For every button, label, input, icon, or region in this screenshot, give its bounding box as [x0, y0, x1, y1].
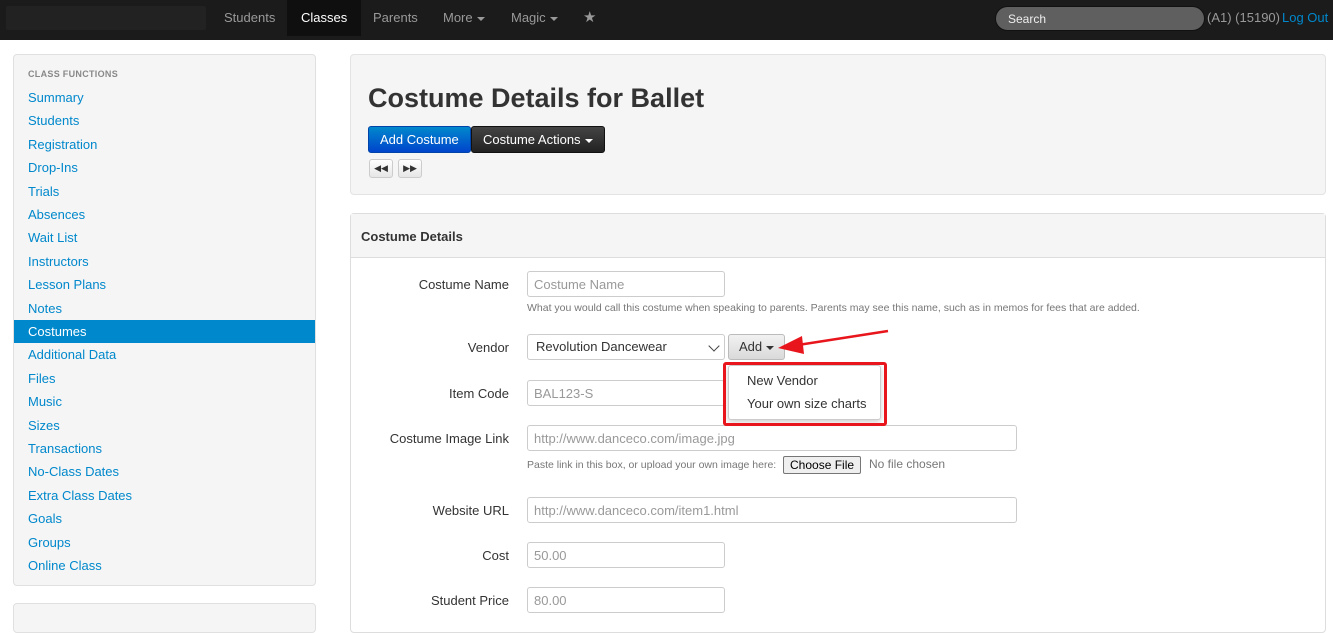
annotation-arrow-icon	[778, 329, 889, 354]
logout-link[interactable]: Log Out	[1282, 10, 1328, 25]
cost-input[interactable]	[527, 542, 725, 568]
previous-icon[interactable]: ◀◀	[369, 159, 393, 178]
page-header: Costume Details for Ballet Add Costume C…	[350, 54, 1326, 195]
item-code-label: Item Code	[449, 386, 509, 401]
sidebar-item-files[interactable]: Files	[14, 367, 315, 390]
top-navbar: Students Classes Parents More Magic ★ (A…	[0, 0, 1333, 40]
sidebar-secondary	[13, 603, 316, 633]
costume-image-link-label: Costume Image Link	[389, 431, 509, 446]
sidebar-item-absences[interactable]: Absences	[14, 203, 315, 226]
sidebar-item-sizes[interactable]: Sizes	[14, 414, 315, 437]
star-icon[interactable]: ★	[569, 0, 610, 36]
costume-name-input[interactable]	[527, 271, 725, 297]
item-code-input[interactable]	[527, 380, 725, 406]
nav-classes[interactable]: Classes	[287, 0, 362, 36]
sidebar-item-extra-class-dates[interactable]: Extra Class Dates	[14, 484, 315, 507]
costume-actions-button[interactable]: Costume Actions	[471, 126, 605, 153]
sidebar-item-transactions[interactable]: Transactions	[14, 437, 315, 460]
chevron-down-icon	[708, 340, 720, 352]
panel-title: Costume Details	[361, 229, 463, 244]
sidebar-item-instructors[interactable]: Instructors	[14, 250, 315, 273]
sidebar-item-music[interactable]: Music	[14, 390, 315, 413]
sidebar-item-goals[interactable]: Goals	[14, 507, 315, 530]
sidebar: CLASS FUNCTIONS Summary Students Registrat…	[13, 54, 316, 586]
nav-parents[interactable]: Parents	[359, 0, 432, 36]
sidebar-item-wait-list[interactable]: Wait List	[14, 226, 315, 249]
sidebar-item-drop-ins[interactable]: Drop-Ins	[14, 156, 315, 179]
sidebar-item-lesson-plans[interactable]: Lesson Plans	[14, 273, 315, 296]
nav-more-label: More	[443, 10, 473, 25]
cost-label: Cost	[482, 548, 509, 563]
costume-name-label: Costume Name	[418, 277, 509, 292]
sidebar-item-additional-data[interactable]: Additional Data	[14, 343, 315, 366]
sidebar-header: CLASS FUNCTIONS	[28, 69, 118, 79]
add-costume-button[interactable]: Add Costume	[368, 126, 471, 153]
nav-magic[interactable]: Magic	[497, 0, 572, 36]
nav-more[interactable]: More	[429, 0, 499, 36]
costume-name-help: What you would call this costume when sp…	[527, 302, 1140, 314]
nav-students[interactable]: Students	[210, 0, 289, 36]
search-input[interactable]	[995, 6, 1205, 31]
sidebar-item-trials[interactable]: Trials	[14, 180, 315, 203]
vendor-label: Vendor	[467, 340, 509, 355]
costume-image-link-input[interactable]	[527, 425, 1017, 451]
student-price-input[interactable]	[527, 587, 725, 613]
sidebar-item-no-class-dates[interactable]: No-Class Dates	[14, 460, 315, 483]
nav-magic-label: Magic	[511, 10, 546, 25]
sidebar-item-students[interactable]: Students	[14, 109, 315, 132]
brand-logo[interactable]	[6, 6, 206, 30]
chevron-down-icon	[549, 16, 558, 21]
page-title: Costume Details for Ballet	[368, 83, 705, 113]
choose-file-button[interactable]: Choose File	[783, 456, 862, 474]
chevron-down-icon	[584, 138, 593, 143]
highlight-box	[723, 362, 887, 426]
add-label: Add	[739, 339, 763, 354]
panel-heading: Costume Details	[351, 214, 1325, 258]
sidebar-item-registration[interactable]: Registration	[14, 133, 315, 156]
website-url-input[interactable]	[527, 497, 1017, 523]
image-link-help: Paste link in this box, or upload your o…	[527, 459, 777, 471]
sidebar-item-summary[interactable]: Summary	[14, 86, 315, 109]
sidebar-item-online-class[interactable]: Online Class	[14, 554, 315, 577]
sidebar-item-costumes[interactable]: Costumes	[14, 320, 315, 343]
sidebar-item-notes[interactable]: Notes	[14, 297, 315, 320]
next-icon[interactable]: ▶▶	[398, 159, 422, 178]
vendor-select[interactable]: Revolution Dancewear	[527, 334, 725, 360]
chevron-down-icon	[476, 16, 485, 21]
vendor-select-value: Revolution Dancewear	[536, 339, 667, 354]
website-url-label: Website URL	[432, 503, 509, 518]
student-price-label: Student Price	[430, 593, 509, 608]
sidebar-item-groups[interactable]: Groups	[14, 531, 315, 554]
costume-actions-label: Costume Actions	[483, 132, 581, 147]
user-info: (A1) (15190)	[1207, 10, 1280, 25]
no-file-chosen: No file chosen	[869, 457, 946, 471]
